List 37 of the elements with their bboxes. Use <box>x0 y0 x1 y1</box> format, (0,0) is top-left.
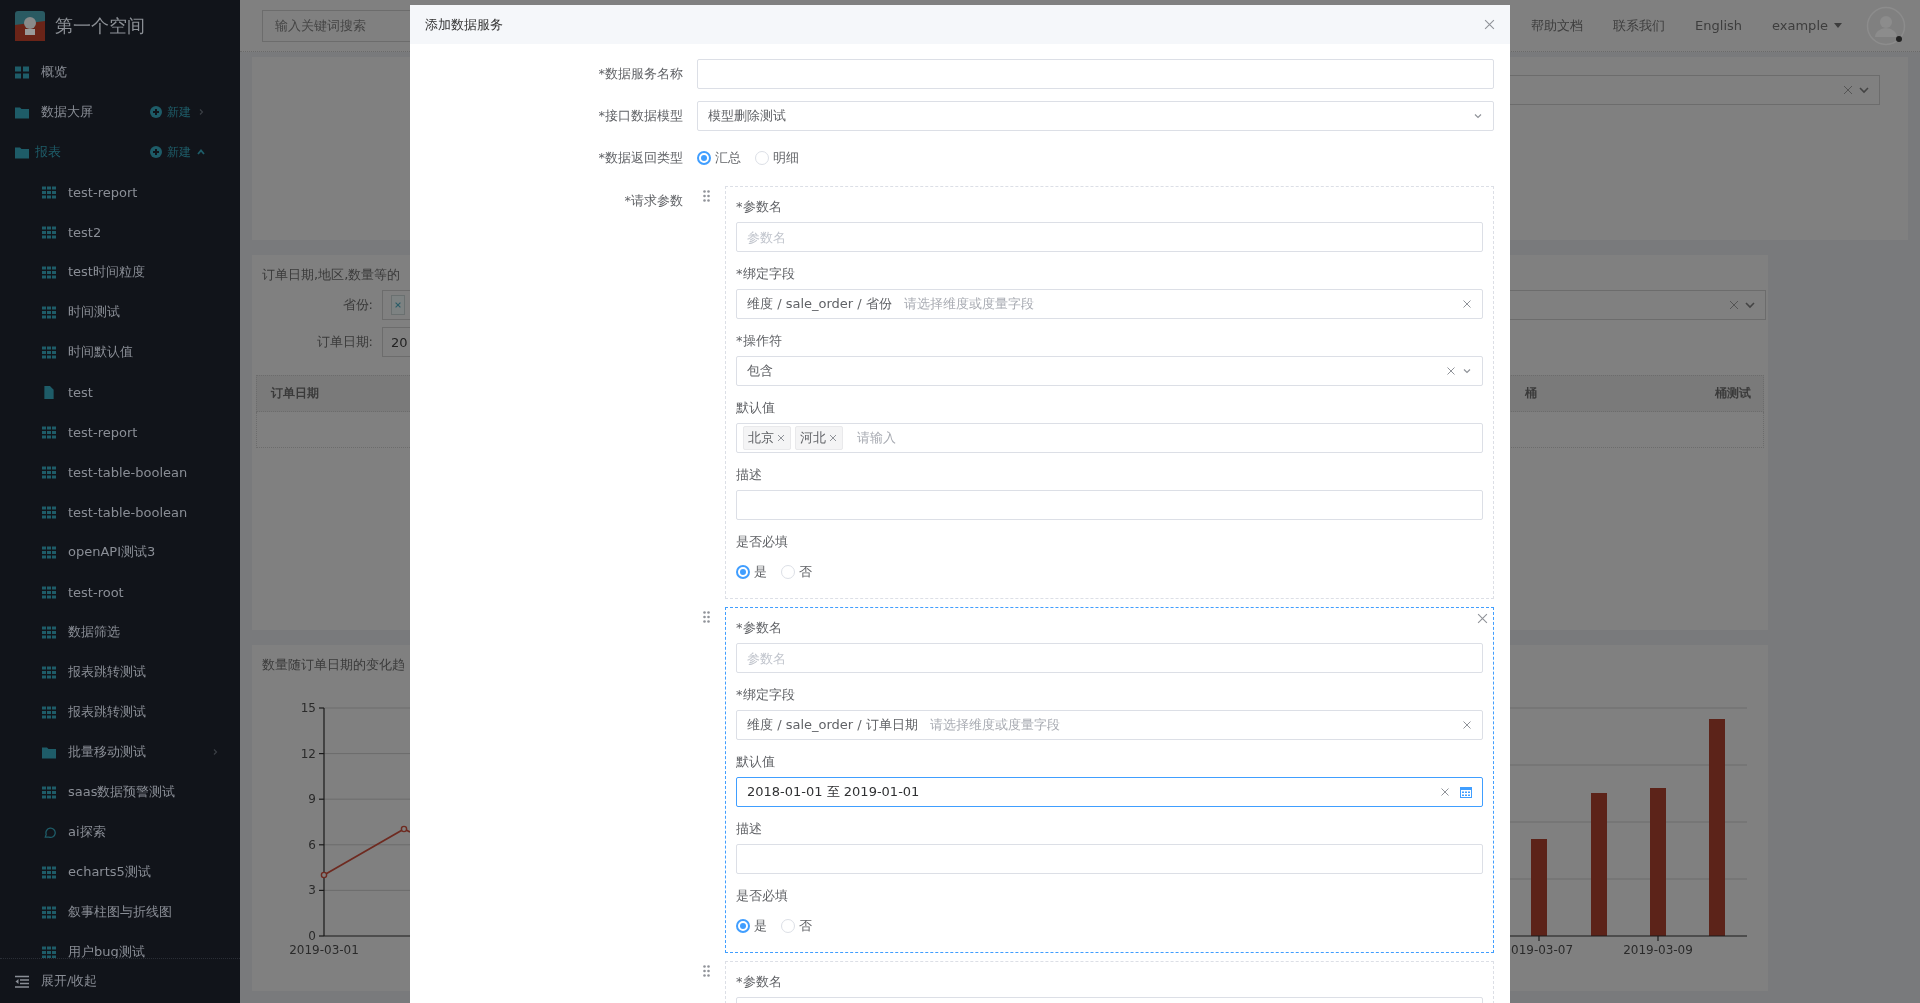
axis-label: 2019-03-09 <box>1623 943 1693 957</box>
field-label: *数据返回类型 <box>597 149 684 167</box>
axis-label: 12 <box>300 746 316 761</box>
card-title: 订单日期,地区,数量等的 <box>262 267 401 283</box>
field-label: 描述 <box>736 466 763 484</box>
field-label: *数据服务名称 <box>597 65 684 83</box>
field-label: 是否必填 <box>736 533 789 551</box>
axis-label: 3 <box>308 883 316 898</box>
field-label: *绑定字段 <box>736 686 796 704</box>
workspace-title: 第一个空间 <box>55 14 145 38</box>
field-label: *参数名 <box>736 973 783 991</box>
placeholder-text: 请选择维度或度量字段 <box>929 716 1060 734</box>
axis-label: 0 <box>308 929 316 943</box>
field-label: *接口数据模型 <box>597 107 684 125</box>
field-label: *参数名 <box>736 619 783 637</box>
field-label: *绑定字段 <box>736 265 796 283</box>
dialog-title: 添加数据服务 <box>425 15 504 34</box>
filter-label: 订单日期: <box>315 333 373 351</box>
axis-label: 019-03-07 <box>1511 943 1574 957</box>
field-label: 默认值 <box>736 399 776 417</box>
field-label: 描述 <box>736 820 763 838</box>
column-header: 桶测试 <box>1715 385 1751 402</box>
placeholder-text: 请选择维度或度量字段 <box>903 295 1034 313</box>
field-label: *参数名 <box>736 198 783 216</box>
card-title: 数量随订单日期的变化趋 <box>262 657 405 673</box>
placeholder-text: 请输入 <box>857 429 896 447</box>
axis-label: 9 <box>308 792 316 807</box>
field-label: *操作符 <box>736 332 783 350</box>
axis-label: 15 <box>300 701 316 715</box>
field-label: 默认值 <box>736 753 776 771</box>
field-label: *请求参数 <box>623 192 684 210</box>
column-header: 订单日期 <box>271 385 320 402</box>
filter-label: 省份: <box>341 296 373 314</box>
axis-label: 2019-03-01 <box>289 943 359 957</box>
column-header: 桶 <box>1525 385 1538 402</box>
axis-label: 6 <box>308 837 316 852</box>
field-label: 是否必填 <box>736 887 789 905</box>
